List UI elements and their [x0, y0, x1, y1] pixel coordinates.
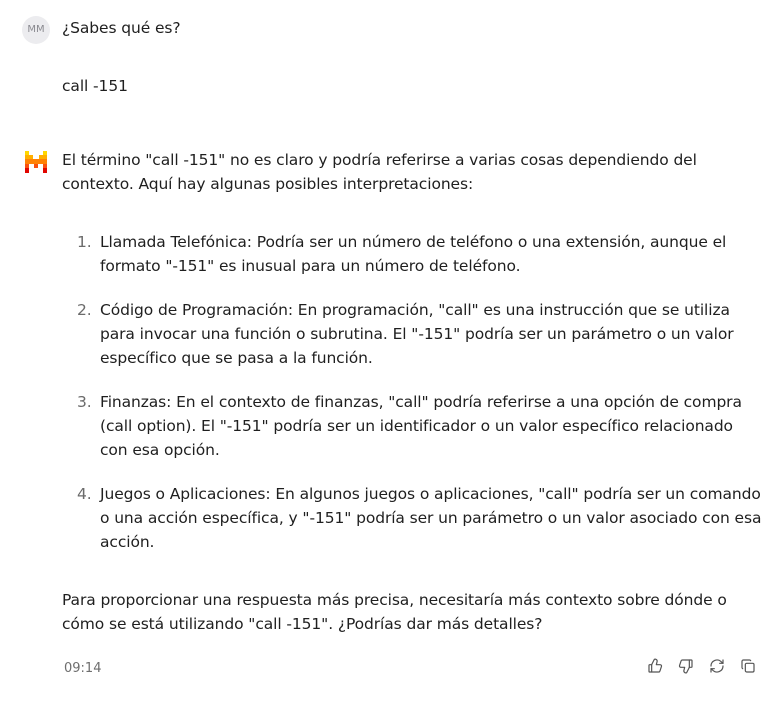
chat-conversation: MM ¿Sabes qué es? call -151 El término "… [0, 0, 767, 715]
list-number: 1. [77, 233, 92, 251]
copy-button[interactable] [739, 657, 757, 675]
thumbs-up-icon [648, 658, 663, 673]
thumbs-down-button[interactable] [677, 657, 695, 675]
list-item-text: Finanzas: En el contexto de finanzas, "c… [100, 393, 742, 459]
regenerate-icon [710, 659, 724, 673]
regenerate-button[interactable] [708, 657, 726, 675]
list-item: 1. Llamada Telefónica: Podría ser un núm… [62, 230, 762, 278]
message-timestamp: 09:14 [64, 661, 102, 676]
thumbs-down-icon [678, 659, 693, 674]
assistant-message: El término "call -151" no es claro y pod… [62, 148, 762, 636]
assistant-intro: El término "call -151" no es claro y pod… [62, 151, 697, 193]
mistral-logo-icon [25, 151, 47, 173]
copy-icon [741, 659, 755, 673]
list-item: 4. Juegos o Aplicaciones: En algunos jue… [62, 482, 762, 554]
list-item-text: Juegos o Aplicaciones: En algunos juegos… [100, 485, 762, 551]
list-item-text: Llamada Telefónica: Podría ser un número… [100, 233, 727, 275]
user-message-line: call -151 [62, 77, 128, 95]
list-item-text: Código de Programación: En programación,… [100, 301, 734, 367]
assistant-closing: Para proporcionar una respuesta más prec… [62, 591, 727, 633]
thumbs-up-button[interactable] [646, 657, 664, 675]
user-avatar: MM [22, 16, 50, 44]
list-item: 2. Código de Programación: En programaci… [62, 298, 762, 370]
user-message-line: ¿Sabes qué es? [62, 19, 181, 37]
list-item: 3. Finanzas: En el contexto de finanzas,… [62, 390, 762, 462]
list-number: 4. [77, 485, 92, 503]
message-actions [646, 657, 757, 675]
list-number: 2. [77, 301, 92, 319]
user-message: ¿Sabes qué es? call -151 [62, 16, 181, 98]
list-number: 3. [77, 393, 92, 411]
interpretations-list: 1. Llamada Telefónica: Podría ser un núm… [62, 230, 762, 554]
